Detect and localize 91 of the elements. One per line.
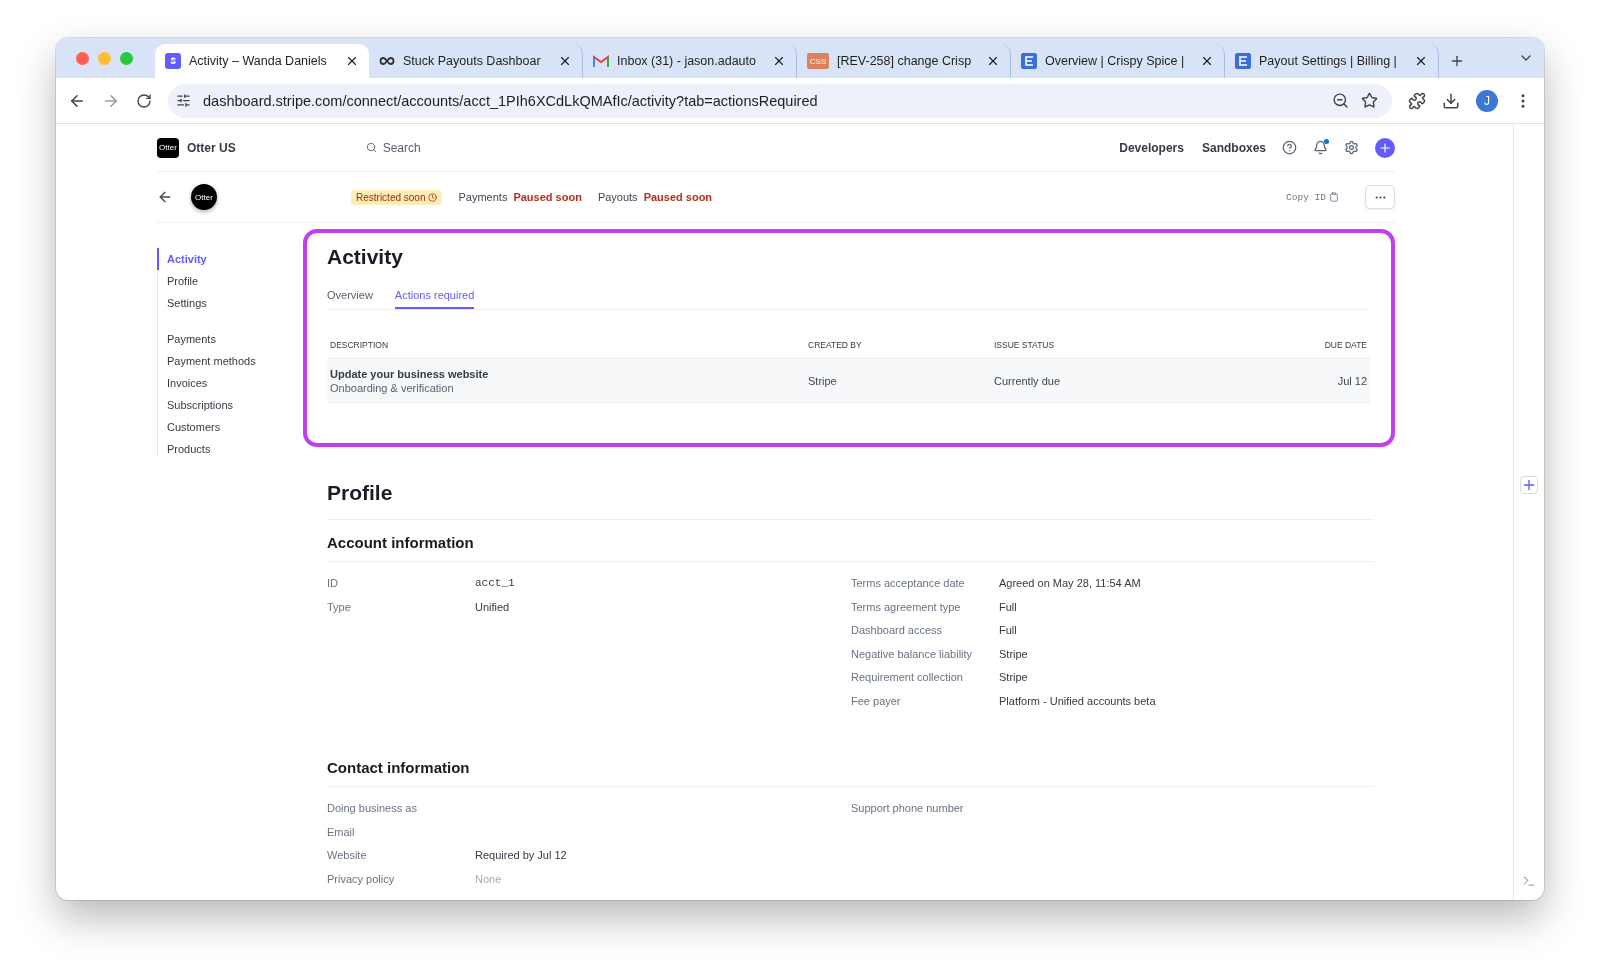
table-cell: Stripe: [805, 359, 991, 403]
field-value: Agreed on May 28, 11:54 AM: [999, 576, 1142, 591]
reload-icon[interactable]: [136, 92, 152, 109]
action-category: Onboarding & verification: [330, 381, 454, 394]
stripe-icon: [165, 53, 181, 69]
action-title: Update your business website: [330, 367, 489, 380]
field-label: Support phone number: [851, 801, 965, 816]
close-icon[interactable]: [772, 54, 786, 68]
clock-icon: [428, 192, 438, 202]
site-settings-icon[interactable]: [176, 93, 191, 108]
account-name[interactable]: Otter US: [187, 140, 236, 155]
field-label: Email: [327, 824, 356, 840]
add-panel-button[interactable]: [1520, 476, 1538, 494]
subsection-title: Contact information: [327, 745, 1374, 787]
field-label: ID: [327, 576, 339, 591]
settings-icon[interactable]: [1344, 140, 1359, 155]
field-value: None: [475, 871, 503, 887]
css-icon: CSS: [807, 53, 829, 69]
plus-icon: [1378, 140, 1392, 155]
bookmark-star-icon[interactable]: [1361, 92, 1378, 109]
notification-bell-icon[interactable]: [1313, 140, 1328, 155]
sidebar-item[interactable]: Profile: [157, 270, 303, 292]
status-label: Payments: [458, 191, 508, 203]
close-icon[interactable]: [345, 54, 359, 68]
field-label: Type: [327, 599, 352, 615]
field-value: Stripe: [999, 646, 1029, 662]
field-label: Negative balance liability: [851, 646, 974, 662]
header-link[interactable]: Developers: [1119, 140, 1184, 155]
field-label: Privacy policy: [327, 871, 396, 887]
sidebar-item[interactable]: Settings: [157, 292, 303, 314]
browser-tab[interactable]: Activity – Wanda Daniels: [155, 44, 369, 78]
close-icon[interactable]: [1200, 54, 1214, 68]
field-value: Platform - Unified accounts beta: [999, 693, 1157, 709]
field-label: Website: [327, 848, 368, 863]
field-label: Dashboard access: [851, 623, 944, 638]
extensions-icon[interactable]: [1408, 91, 1426, 110]
new-tab-icon[interactable]: [1449, 53, 1465, 69]
browser-tab[interactable]: Inbox (31) - jason.adauto: [583, 44, 797, 78]
field-value: Full: [999, 623, 1018, 638]
tab[interactable]: Overview: [327, 285, 373, 309]
sidebar-item[interactable]: Subscriptions: [157, 394, 303, 416]
panel-icon: [1021, 53, 1037, 69]
close-icon[interactable]: [1414, 54, 1428, 68]
field-label: Requirement collection: [851, 670, 964, 685]
sidebar-item[interactable]: Payment methods: [157, 350, 303, 372]
field-value: Unified: [475, 599, 511, 615]
account-logo: Otter: [157, 137, 179, 158]
field-label: Terms agreement type: [851, 599, 962, 615]
status-badge: Restricted soon: [351, 189, 443, 205]
field-label: Fee payer: [851, 693, 902, 709]
tab[interactable]: Actions required: [394, 285, 475, 309]
panel-icon: [1235, 53, 1251, 69]
browser-tab[interactable]: CSS [REV-258] change Crisp: [797, 44, 1011, 78]
mail-icon: [593, 55, 609, 67]
sidebar-item[interactable]: Products: [157, 438, 303, 460]
table-cell: Jul 12: [1250, 359, 1370, 403]
subsection-title: Account information: [327, 520, 1374, 562]
sidebar-item[interactable]: Customers: [157, 416, 303, 438]
header-link[interactable]: Sandboxes: [1201, 140, 1266, 155]
back-icon[interactable]: [157, 189, 173, 205]
browser-tab[interactable]: Overview | Crispy Spice |: [1011, 44, 1225, 78]
sidebar-item[interactable]: Invoices: [157, 372, 303, 394]
copy-id-button[interactable]: Copy ID: [1280, 190, 1345, 204]
create-button[interactable]: [1375, 137, 1395, 158]
status-label: Payouts: [597, 191, 638, 203]
clipboard-icon: [1329, 192, 1339, 202]
browser-tab[interactable]: Stuck Payouts Dashboar: [369, 44, 583, 78]
field-label: Doing business as: [327, 801, 418, 816]
status-value: Paused soon: [643, 191, 713, 203]
section-title: Profile: [327, 481, 1374, 520]
table-cell: Currently due: [991, 359, 1250, 403]
search-icon: [365, 142, 377, 153]
profile-avatar[interactable]: J: [1476, 89, 1498, 112]
page-title: Activity: [327, 245, 404, 269]
field-value: Required by Jul 12: [475, 848, 568, 863]
sidebar-item[interactable]: Activity: [157, 248, 303, 270]
sidebar-item[interactable]: Payments: [157, 328, 303, 350]
field-value: Full: [999, 599, 1018, 615]
help-icon[interactable]: [1282, 140, 1297, 155]
close-icon[interactable]: [986, 54, 1000, 68]
download-icon[interactable]: [1442, 91, 1460, 110]
close-icon[interactable]: [558, 54, 572, 68]
status-value: Paused soon: [513, 191, 582, 203]
field-value: Stripe: [999, 670, 1029, 685]
field-label: Terms acceptance date: [851, 576, 966, 591]
zoom-icon[interactable]: [1332, 92, 1349, 109]
unread-dot: [1324, 139, 1329, 144]
browser-tab[interactable]: Payout Settings | Billing |: [1225, 44, 1439, 78]
address-bar[interactable]: dashboard.stripe.com/connect/accounts/acct_1PIh6XCdLkQMAfIc/activity?tab=actionsRequired: [168, 83, 1392, 118]
account-avatar: Otter: [191, 184, 217, 210]
field-value: acct_1: [475, 576, 516, 591]
